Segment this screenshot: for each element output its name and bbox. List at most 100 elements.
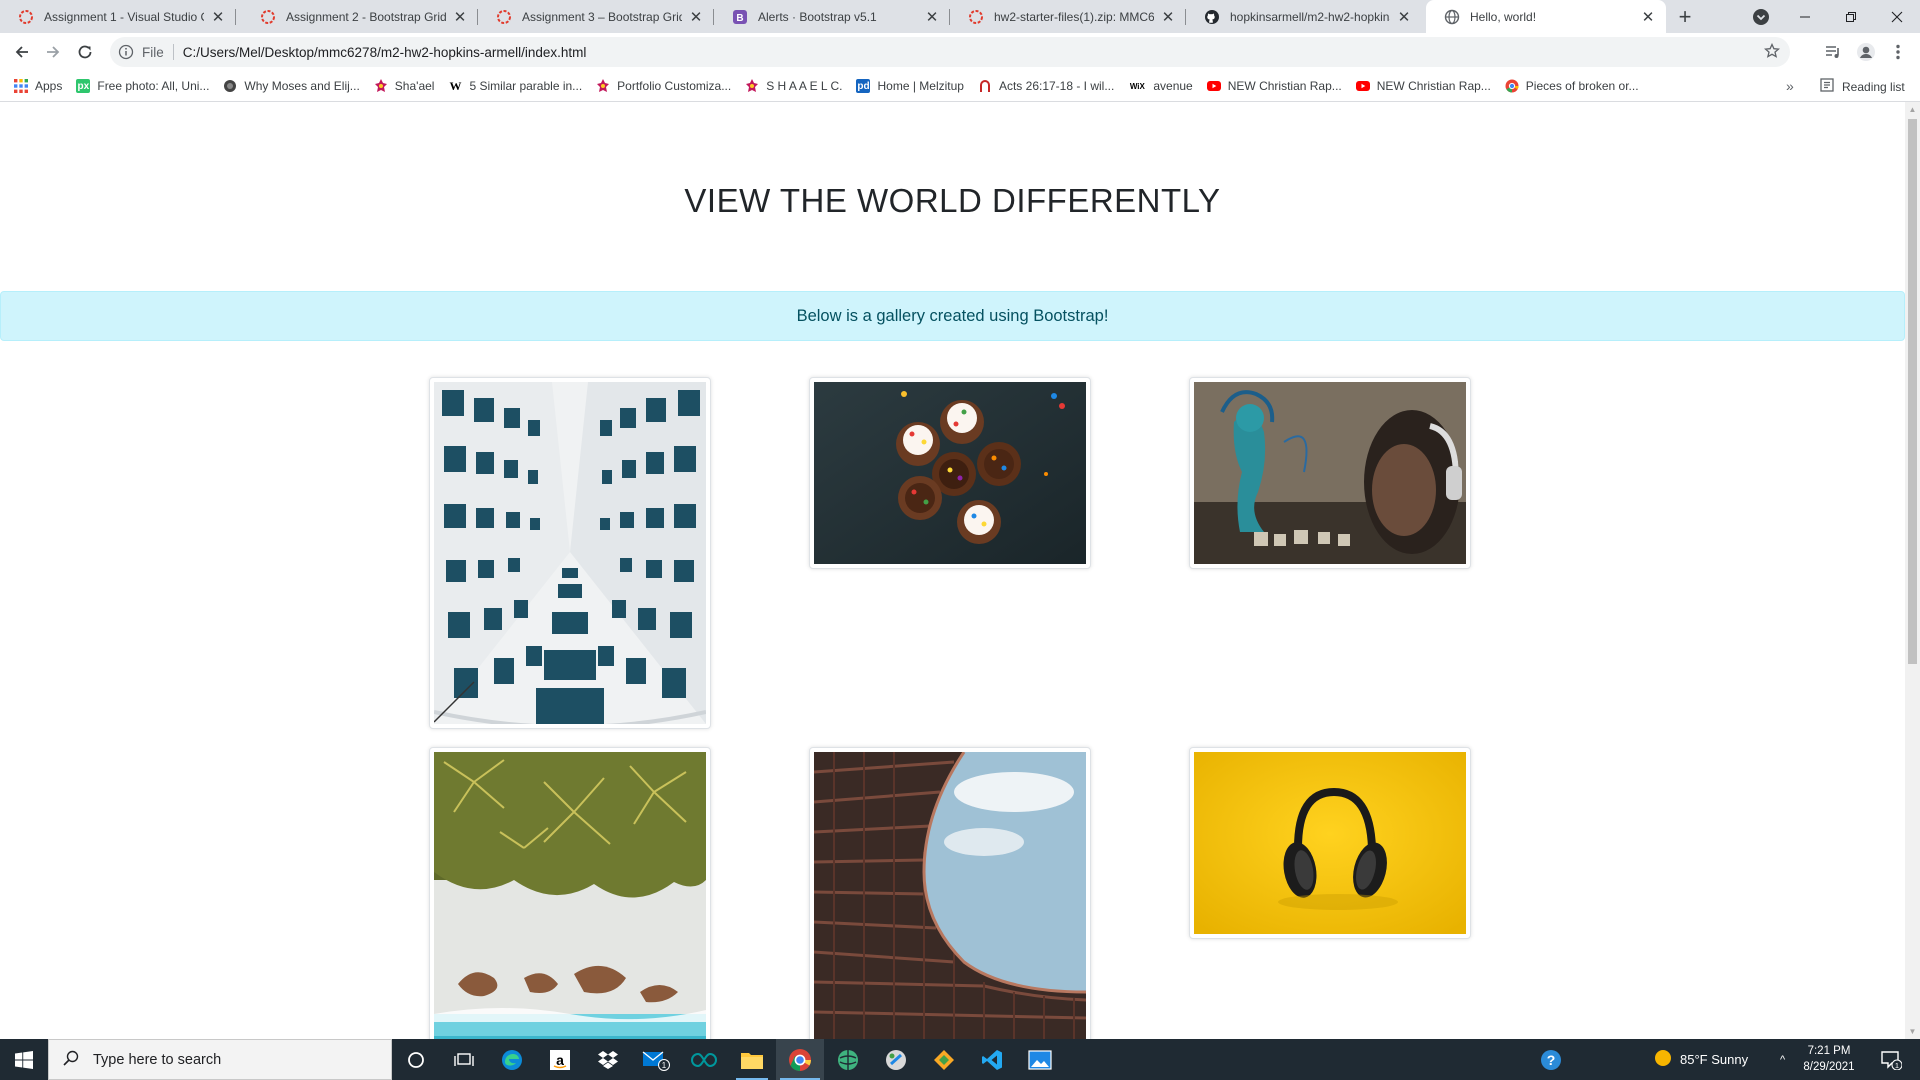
bookmark-christian-rap-1[interactable]: NEW Christian Rap...	[1206, 79, 1342, 93]
bookmark-portfolio[interactable]: Portfolio Customiza...	[596, 79, 731, 93]
bookmark-melzitup[interactable]: pd Home | Melzitup	[856, 79, 964, 93]
tab-github-repo[interactable]: hopkinsarmell/m2-hw2-hopkins- ✕	[1186, 0, 1422, 33]
edge-browser-icon[interactable]	[488, 1039, 536, 1080]
windows-start-button[interactable]	[0, 1039, 48, 1080]
bookmarks-overflow-button[interactable]: »	[1786, 78, 1794, 94]
amazon-icon[interactable]: a	[536, 1039, 584, 1080]
svg-text:a: a	[556, 1052, 564, 1068]
bookmark-apps[interactable]: Apps	[14, 79, 62, 93]
bookmark-label: Apps	[35, 79, 63, 93]
info-alert: Below is a gallery created using Bootstr…	[0, 291, 1905, 341]
building-looking-up-photo	[434, 382, 706, 724]
bookmark-shaael-c[interactable]: S H A A E L C.	[745, 79, 842, 93]
info-icon[interactable]	[118, 44, 134, 60]
show-hidden-icons-chevron-icon[interactable]: ^	[1780, 1039, 1785, 1080]
gallery-image-yellow-headphones[interactable]	[1189, 747, 1471, 939]
gallery-image-graffiti[interactable]	[1189, 377, 1471, 569]
scrollbar-thumb[interactable]	[1908, 119, 1917, 664]
tab-assignment-2[interactable]: Assignment 2 - Bootstrap Grid S ✕	[242, 0, 478, 33]
close-tab-icon[interactable]: ✕	[1396, 9, 1412, 26]
close-tab-icon[interactable]: ✕	[1160, 9, 1176, 26]
help-tray-icon[interactable]: ?	[1540, 1039, 1562, 1080]
close-tab-icon[interactable]: ✕	[924, 9, 940, 26]
restore-window-button[interactable]	[1828, 0, 1874, 33]
bookmark-label: Why Moses and Elij...	[244, 79, 360, 93]
bookmarks-bar: Apps px Free photo: All, Uni... Why Mose…	[0, 71, 1920, 102]
bookmark-shaael[interactable]: Sha'ael	[374, 79, 434, 93]
diamond-app-icon[interactable]	[920, 1039, 968, 1080]
graffiti-headphones-photo	[1194, 382, 1466, 564]
windows-taskbar: Type here to search a 1 ? 85°F Sunny ^ 7…	[0, 1039, 1920, 1080]
app-launcher-icon[interactable]	[872, 1039, 920, 1080]
scroll-down-arrow-icon[interactable]: ▼	[1905, 1024, 1920, 1039]
forward-button[interactable]	[39, 38, 67, 66]
yellow-headphones-photo	[1194, 752, 1466, 934]
close-tab-icon[interactable]: ✕	[452, 9, 468, 26]
address-bar[interactable]: File C:/Users/Mel/Desktop/mmc6278/m2-hw2…	[110, 37, 1790, 67]
back-button[interactable]	[8, 38, 36, 66]
reading-list-label: Reading list	[1842, 79, 1905, 94]
gallery-image-palm-beach[interactable]	[429, 747, 711, 1039]
bookmark-christian-rap-2[interactable]: NEW Christian Rap...	[1355, 79, 1491, 93]
page-heading: VIEW THE WORLD DIFFERENTLY	[684, 182, 1221, 219]
globe-app-icon[interactable]	[824, 1039, 872, 1080]
taskbar-search-box[interactable]: Type here to search	[48, 1039, 392, 1080]
tab-bootstrap-alerts[interactable]: B Alerts · Bootstrap v5.1 ✕	[714, 0, 950, 33]
bookmark-label: Pieces of broken or...	[1525, 79, 1639, 93]
gallery-image-building[interactable]	[429, 377, 711, 729]
search-placeholder: Type here to search	[93, 1051, 222, 1068]
tab-title: Assignment 1 - Visual Studio Co	[44, 9, 204, 24]
close-tab-icon[interactable]: ✕	[1640, 9, 1656, 26]
close-tab-icon[interactable]: ✕	[210, 9, 226, 26]
chrome-icon[interactable]	[776, 1039, 824, 1080]
bookmark-free-photo[interactable]: px Free photo: All, Uni...	[76, 79, 209, 93]
minimize-window-button[interactable]	[1782, 0, 1828, 33]
chrome-menu-icon[interactable]	[1887, 41, 1909, 63]
photos-app-icon[interactable]	[1016, 1039, 1064, 1080]
system-clock[interactable]: 7:21 PM 8/29/2021	[1793, 1043, 1865, 1075]
bookmark-acts[interactable]: Acts 26:17-18 - I wil...	[978, 79, 1114, 93]
bookmark-star-icon[interactable]	[1763, 42, 1781, 64]
task-view-icon[interactable]	[440, 1039, 488, 1080]
file-explorer-icon[interactable]	[728, 1039, 776, 1080]
reading-list-button[interactable]: Reading list	[1820, 78, 1905, 95]
bookmark-label: 5 Similar parable in...	[469, 79, 583, 93]
new-tab-button[interactable]: +	[1672, 4, 1698, 30]
tab-title: Hello, world!	[1470, 9, 1537, 24]
dropbox-icon[interactable]	[584, 1039, 632, 1080]
mail-badge: 1	[662, 1061, 667, 1070]
star-badge-icon	[374, 79, 388, 93]
mail-icon[interactable]: 1	[632, 1039, 680, 1080]
clock-time: 7:21 PM	[1807, 1045, 1851, 1057]
arduino-icon[interactable]	[680, 1039, 728, 1080]
weather-widget[interactable]: 85°F Sunny	[1654, 1039, 1748, 1080]
page-scrollbar[interactable]: ▲ ▼	[1905, 102, 1920, 1039]
tab-title: hw2-starter-files(1).zip: MMC627	[994, 9, 1154, 24]
media-controls-icon[interactable]	[1822, 41, 1844, 63]
gallery-image-cupcakes[interactable]	[809, 377, 1091, 569]
cortana-icon[interactable]	[392, 1039, 440, 1080]
tab-assignment-1[interactable]: Assignment 1 - Visual Studio Co ✕	[0, 0, 236, 33]
tab-starter-files[interactable]: hw2-starter-files(1).zip: MMC627 ✕	[950, 0, 1186, 33]
scroll-up-arrow-icon[interactable]: ▲	[1905, 102, 1920, 117]
bookmark-pieces-broken[interactable]: Pieces of broken or...	[1505, 79, 1639, 93]
notification-center-icon[interactable]: 1	[1880, 1039, 1902, 1080]
close-tab-icon[interactable]: ✕	[688, 9, 704, 26]
profile-avatar-icon[interactable]	[1855, 41, 1877, 63]
close-window-button[interactable]	[1874, 0, 1920, 33]
scheme-label: File	[142, 44, 164, 60]
bookmark-similar-parable[interactable]: W 5 Similar parable in...	[448, 79, 583, 94]
chrome-web-icon	[1505, 79, 1519, 93]
vscode-icon[interactable]	[968, 1039, 1016, 1080]
tab-hello-world[interactable]: Hello, world! ✕	[1426, 0, 1666, 33]
bookmark-label: NEW Christian Rap...	[1376, 79, 1491, 93]
bookmark-moses-elijah[interactable]: Why Moses and Elij...	[223, 79, 360, 93]
url-text[interactable]: C:/Users/Mel/Desktop/mmc6278/m2-hw2-hopk…	[183, 45, 587, 60]
tab-search-icon[interactable]	[1750, 6, 1772, 28]
bookmark-avenue[interactable]: WiX avenue	[1128, 79, 1193, 93]
gallery-image-curved-building[interactable]	[809, 747, 1091, 1039]
youtube-icon	[1206, 79, 1221, 93]
reload-button[interactable]	[71, 38, 99, 66]
tab-assignment-3[interactable]: Assignment 3 – Bootstrap Grid S ✕	[478, 0, 714, 33]
curved-building-photo	[814, 752, 1086, 1039]
